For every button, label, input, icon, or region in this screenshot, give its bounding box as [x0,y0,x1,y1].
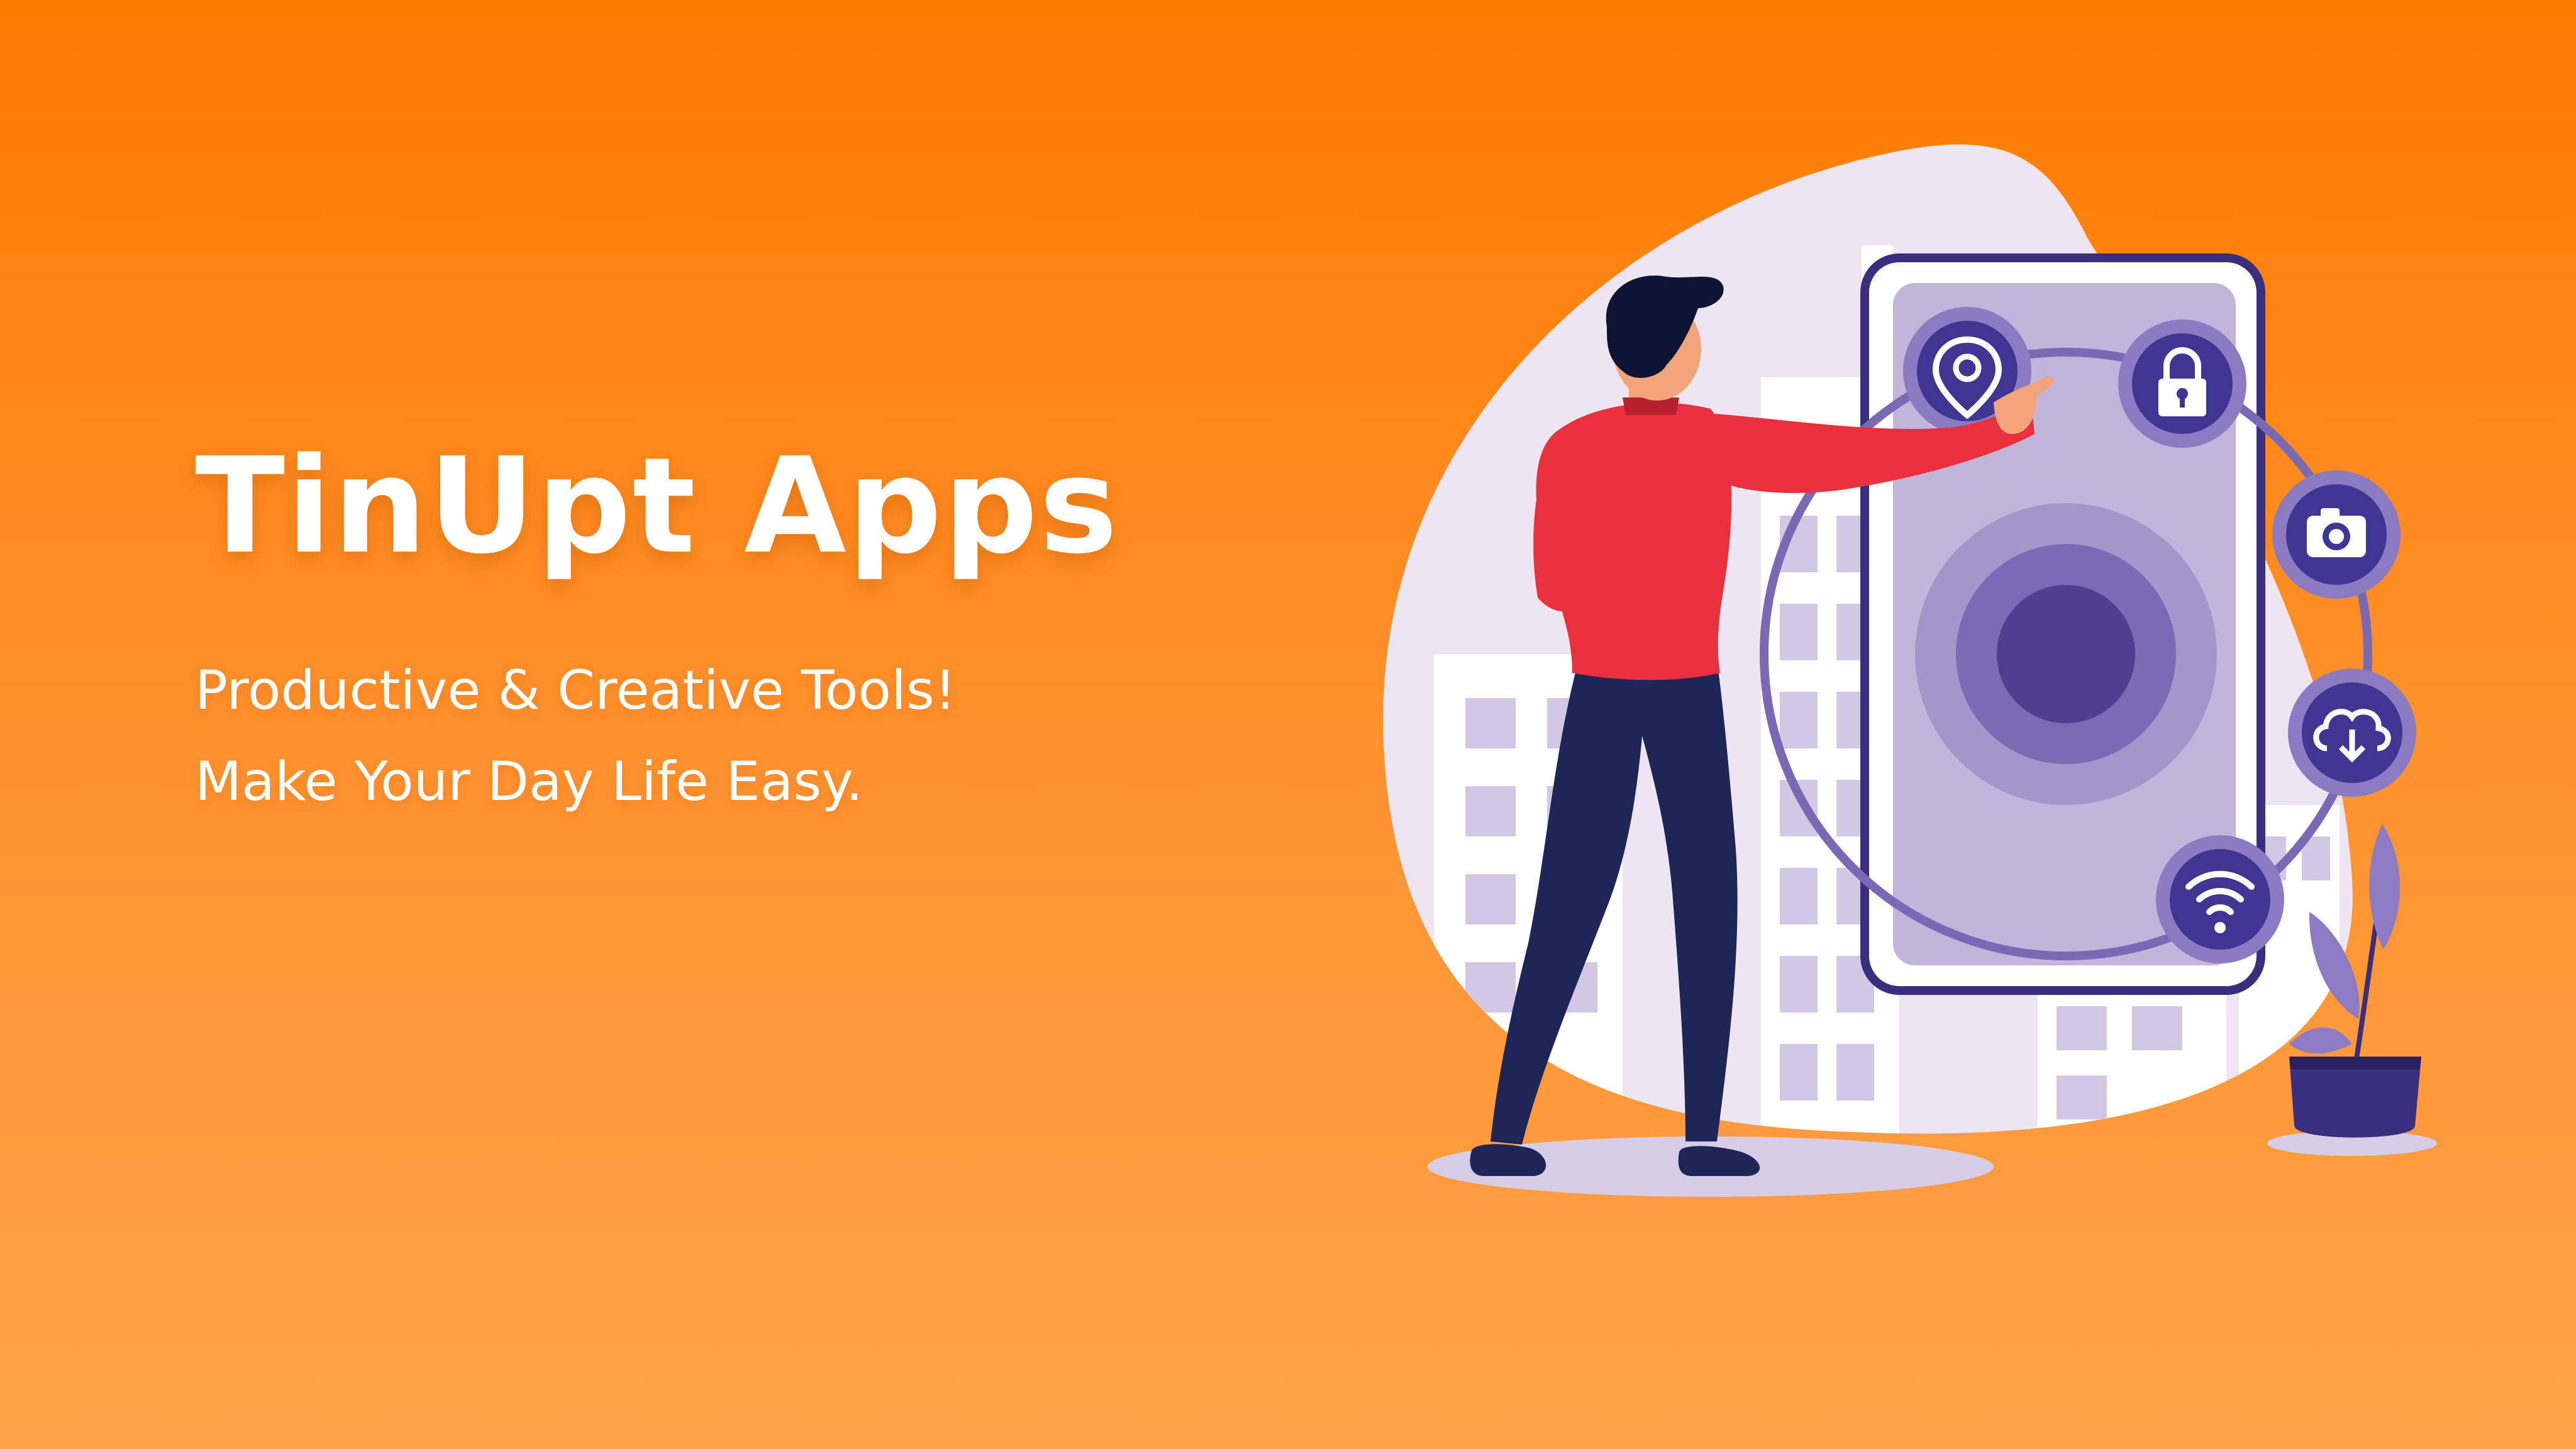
cloud-download-icon [2288,669,2416,797]
wifi-icon [2156,835,2284,963]
hero-illustration [1383,144,2437,1197]
lock-icon [2118,319,2246,448]
camera-icon [2272,470,2401,599]
